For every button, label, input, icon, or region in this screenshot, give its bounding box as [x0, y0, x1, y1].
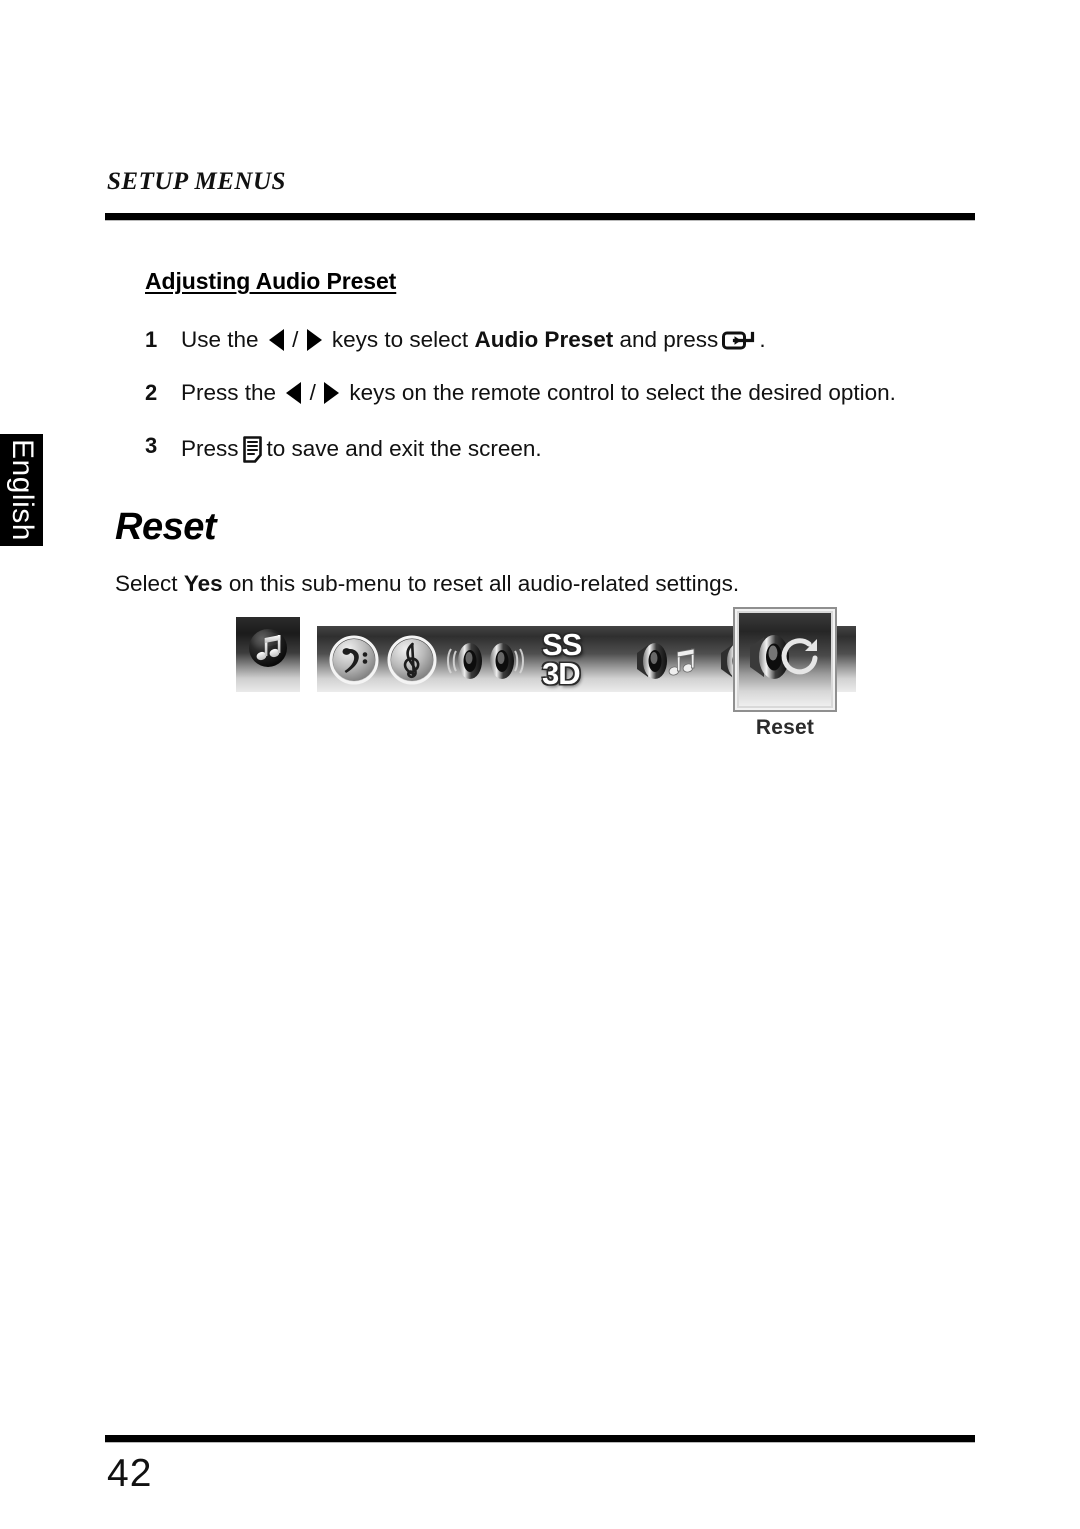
triangle-right-icon	[324, 382, 340, 405]
reset-description-before: Select	[115, 571, 178, 597]
osd-selected-tile-background	[739, 613, 831, 706]
ss-3d-line-2: 3D	[542, 656, 581, 692]
page-number: 42	[107, 1452, 153, 1495]
step-text: Press the	[181, 380, 277, 406]
manual-page: SETUP MENUS English Adjusting Audio Pres…	[0, 0, 1080, 1529]
step-text-after: and press	[619, 327, 719, 352]
step-text: Press	[181, 436, 239, 462]
reset-description: Select Yes on this sub-menu to reset all…	[115, 571, 987, 597]
enter-key-icon	[722, 330, 758, 352]
step-text-end: to save and exit the screen.	[266, 436, 542, 462]
osd-audio-menu-figure: SS 3D Reset	[236, 607, 856, 748]
triangle-left-icon	[286, 382, 302, 405]
ss-3d-logo: SS 3D	[542, 627, 628, 692]
running-head: SETUP MENUS	[107, 168, 286, 195]
step-number: 1	[145, 327, 158, 352]
ss-3d-line-1: SS	[542, 627, 582, 662]
menu-key-icon	[242, 436, 263, 464]
speaker-reset-icon	[750, 635, 818, 679]
step-list: 1 Use the / keys to select Audio Preset …	[145, 325, 987, 464]
triangle-left-icon	[268, 329, 284, 351]
music-note-icon	[249, 629, 287, 667]
step-text: Use the	[181, 327, 259, 352]
sub-heading-adjusting-audio-preset: Adjusting Audio Preset	[145, 268, 397, 294]
step-bold-term: Audio Preset	[474, 327, 614, 352]
speaker-music-icon	[637, 643, 695, 679]
step-item: 2 Press the / keys on the remote control…	[145, 378, 987, 408]
treble-clef-icon	[387, 635, 437, 685]
page-title-reset: Reset	[115, 506, 217, 549]
triangle-right-icon	[306, 329, 322, 351]
osd-selected-tile-reset[interactable]	[733, 607, 837, 712]
osd-selected-caption: Reset	[755, 716, 815, 739]
step-number: 2	[145, 380, 158, 406]
step-separator: /	[292, 327, 299, 352]
reset-description-after: on this sub-menu to reset all audio-rela…	[228, 571, 740, 597]
step-text-middle: keys on the remote control to select the…	[349, 380, 896, 406]
reset-description-bold: Yes	[183, 571, 223, 597]
bass-clef-icon	[329, 635, 379, 685]
step-item: 1 Use the / keys to select Audio Preset …	[145, 325, 987, 355]
dual-speakers-icon	[447, 643, 524, 679]
language-tab-label: English	[5, 439, 39, 541]
header-rule	[105, 213, 975, 220]
step-text-end: .	[759, 327, 766, 352]
language-tab: English	[0, 434, 43, 546]
step-separator: /	[309, 380, 316, 406]
footer-rule	[105, 1435, 975, 1442]
step-item: 3 Press to save and exit the screen.	[145, 431, 987, 464]
page-content: Adjusting Audio Preset 1 Use the / keys …	[107, 268, 987, 597]
osd-badge-tile	[236, 617, 300, 692]
step-number: 3	[145, 433, 158, 459]
step-text-middle: keys to select	[331, 327, 469, 352]
